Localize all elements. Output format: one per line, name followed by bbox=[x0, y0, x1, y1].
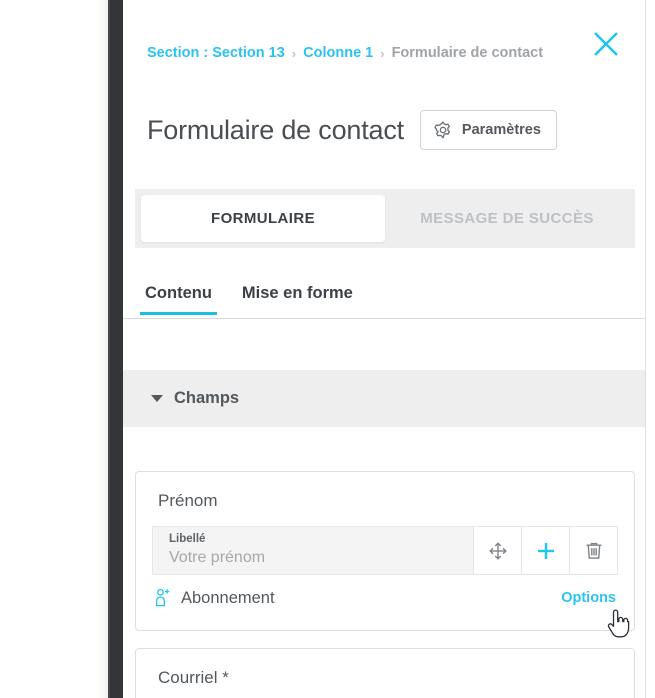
dark-side-rail-edge bbox=[108, 0, 110, 698]
page-title: Formulaire de contact bbox=[147, 114, 404, 145]
close-x-icon bbox=[594, 32, 618, 56]
subscription-label: Abonnement bbox=[181, 588, 275, 607]
subscription-row: Abonnement Options bbox=[136, 575, 634, 608]
tab-formulaire[interactable]: FORMULAIRE bbox=[141, 195, 385, 242]
plus-icon bbox=[537, 542, 554, 559]
tab-message-de-succes[interactable]: MESSAGE DE SUCCÈS bbox=[385, 195, 629, 242]
user-plus-icon bbox=[155, 588, 170, 607]
settings-button-label: Paramètres bbox=[461, 122, 541, 138]
caret-down-icon bbox=[151, 395, 163, 402]
field-card-title: Courriel * bbox=[158, 668, 229, 687]
move-field-button[interactable] bbox=[473, 527, 521, 574]
content-tabs: Contenu Mise en forme bbox=[123, 281, 645, 319]
editor-panel: Section : Section 13 › Colonne 1 › Formu… bbox=[123, 0, 646, 698]
label-input-caption: Libellé bbox=[169, 533, 206, 545]
close-button[interactable] bbox=[589, 27, 623, 61]
breadcrumb-item-current: Formulaire de contact bbox=[391, 45, 544, 61]
section-header-champs[interactable]: Champs bbox=[123, 370, 645, 427]
field-card-title: Prénom bbox=[158, 491, 218, 510]
breadcrumb-item-colonne[interactable]: Colonne 1 bbox=[303, 45, 373, 61]
field-card-prenom: Prénom Libellé Votre prénom Abonnement O… bbox=[135, 471, 635, 631]
subscription-options-link[interactable]: Options bbox=[561, 590, 616, 606]
delete-field-button[interactable] bbox=[569, 527, 617, 574]
field-input-row: Libellé Votre prénom bbox=[152, 526, 618, 575]
add-field-button[interactable] bbox=[521, 527, 569, 574]
label-input[interactable]: Libellé Votre prénom bbox=[153, 527, 473, 574]
dark-side-rail bbox=[108, 0, 123, 698]
settings-button[interactable]: Paramètres bbox=[419, 110, 557, 150]
panel-shadow bbox=[96, 0, 108, 698]
move-icon bbox=[488, 541, 507, 560]
title-row: Formulaire de contact Paramètres bbox=[147, 110, 623, 150]
tab-mise-en-forme[interactable]: Mise en forme bbox=[240, 281, 355, 314]
panel-right-gap bbox=[646, 0, 655, 698]
gear-icon bbox=[434, 121, 450, 139]
trash-icon bbox=[586, 542, 601, 559]
label-input-value: Votre prénom bbox=[169, 549, 266, 566]
field-card-courriel: Courriel * bbox=[135, 648, 635, 698]
section-header-champs-label: Champs bbox=[174, 389, 240, 407]
page-backdrop bbox=[0, 0, 108, 698]
form-mode-tabs: FORMULAIRE MESSAGE DE SUCCÈS bbox=[135, 189, 635, 248]
breadcrumb: Section : Section 13 › Colonne 1 › Formu… bbox=[147, 45, 543, 61]
breadcrumb-item-section[interactable]: Section : Section 13 bbox=[147, 45, 285, 61]
breadcrumb-separator-icon: › bbox=[380, 45, 385, 61]
tab-contenu[interactable]: Contenu bbox=[140, 281, 217, 315]
breadcrumb-separator-icon: › bbox=[291, 45, 297, 61]
